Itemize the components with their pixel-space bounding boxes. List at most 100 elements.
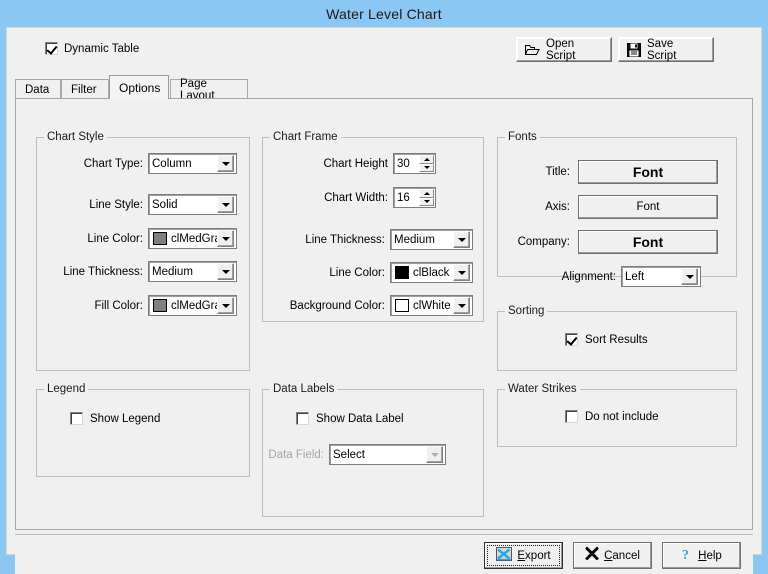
fonts-caption: Fonts [505, 131, 540, 143]
tab-page-layout[interactable]: Page Layout [170, 78, 248, 102]
data-labels-group: Data Labels Show Data Label Data Field: … [262, 383, 484, 517]
background-color-label: Background Color: [289, 299, 385, 312]
show-data-label-checkbox-box[interactable] [296, 412, 309, 425]
tab-options-label: Options [119, 80, 161, 95]
data-field-combobox[interactable]: Select [329, 444, 446, 465]
tab-options[interactable]: Options [109, 75, 169, 99]
frame-line-thickness-field: Line Thickness: Medium [263, 229, 473, 250]
frame-line-thickness-label: Line Thickness: [305, 233, 385, 246]
floppy-disk-icon [627, 42, 641, 57]
dynamic-table-checkbox[interactable]: Dynamic Table [45, 42, 139, 55]
axis-font-label: Axis: [545, 201, 570, 213]
chart-style-caption: Chart Style [44, 131, 107, 143]
do-not-include-checkbox[interactable]: Do not include [565, 410, 659, 423]
frame-line-color-label: Line Color: [329, 266, 385, 279]
legend-group: Legend Show Legend [36, 383, 250, 477]
svg-text:?: ? [682, 548, 689, 562]
spin-down-icon[interactable] [419, 163, 434, 172]
axis-font-button-label: Font [636, 201, 660, 213]
open-script-button[interactable]: Open Script [516, 37, 612, 62]
alignment-field: Alignment: Left [550, 266, 730, 287]
chevron-down-icon[interactable] [453, 297, 470, 314]
line-style-combobox[interactable]: Solid [148, 194, 237, 215]
line-color-label: Line Color: [87, 232, 143, 245]
show-legend-checkbox-box[interactable] [70, 412, 83, 425]
chevron-down-icon[interactable] [217, 297, 234, 314]
help-button[interactable]: ? Help [662, 542, 741, 569]
company-font-field: Company: Font [498, 230, 730, 254]
export-spreadsheet-icon [496, 547, 513, 564]
chart-style-group: Chart Style Chart Type: Column Line Styl… [36, 131, 250, 371]
frame-line-thickness-combobox[interactable]: Medium [390, 229, 473, 250]
tab-strip: Data Filter Options Page Layout [15, 75, 753, 102]
spin-up-icon[interactable] [419, 155, 434, 164]
tab-data[interactable]: Data [15, 79, 61, 99]
data-field-value: Select [333, 448, 365, 461]
tab-filter-label: Filter [71, 83, 97, 96]
fill-color-combobox[interactable]: clMedGra [148, 295, 237, 316]
save-script-button[interactable]: Save Script [618, 37, 714, 62]
chart-width-label: Chart Width: [324, 191, 388, 204]
line-style-label: Line Style: [89, 198, 143, 211]
title-font-button-label: Font [632, 164, 664, 180]
script-button-group: Open Script Save Script [516, 37, 714, 62]
chart-height-value: 30 [397, 157, 410, 170]
export-button[interactable]: Export [484, 542, 563, 569]
chevron-down-icon[interactable] [681, 268, 698, 285]
cancel-button[interactable]: Cancel [573, 542, 652, 569]
chart-type-field: Chart Type: Column [37, 153, 237, 174]
tab-filter[interactable]: Filter [61, 79, 109, 99]
line-thickness-label: Line Thickness: [63, 265, 143, 278]
background-color-value: clWhite [413, 299, 451, 312]
chart-width-spinner[interactable]: 16 [393, 187, 436, 208]
chevron-down-icon[interactable] [426, 446, 443, 463]
chart-frame-group: Chart Frame Chart Height 30 Chart Width: [262, 131, 484, 322]
spin-up-icon[interactable] [419, 189, 434, 198]
chevron-down-icon[interactable] [217, 155, 234, 172]
title-font-label: Title: [545, 166, 571, 178]
axis-font-field: Axis: Font [498, 195, 730, 219]
dynamic-table-checkbox-box[interactable] [45, 42, 58, 55]
chevron-down-icon[interactable] [453, 264, 470, 281]
alignment-label: Alignment: [561, 270, 616, 283]
sort-results-label: Sort Results [585, 333, 648, 346]
line-style-value: Solid [152, 198, 178, 211]
line-color-combobox[interactable]: clMedGra [148, 228, 237, 249]
sort-results-checkbox-box[interactable] [565, 333, 578, 346]
chart-height-spin-buttons[interactable] [419, 155, 434, 172]
water-strikes-caption: Water Strikes [505, 383, 580, 395]
chevron-down-icon[interactable] [217, 196, 234, 213]
show-legend-label: Show Legend [90, 412, 161, 425]
show-legend-checkbox[interactable]: Show Legend [70, 412, 160, 425]
fonts-group: Fonts Title: Font Axis: Font Company: Fo… [497, 131, 737, 287]
frame-line-color-field: Line Color: clBlack [263, 262, 473, 283]
chevron-down-icon[interactable] [453, 231, 470, 248]
sort-results-checkbox[interactable]: Sort Results [565, 333, 648, 346]
line-color-value: clMedGra [171, 232, 217, 245]
title-font-button[interactable]: Font [578, 160, 718, 184]
chart-height-field: Chart Height 30 [263, 153, 473, 174]
chevron-down-icon[interactable] [217, 263, 234, 280]
data-field-label: Data Field: [268, 448, 324, 461]
chart-height-spinner[interactable]: 30 [393, 153, 436, 174]
line-thickness-value: Medium [152, 265, 193, 278]
line-color-swatch [153, 232, 167, 245]
do-not-include-checkbox-box[interactable] [565, 410, 578, 423]
line-style-field: Line Style: Solid [37, 194, 237, 215]
background-color-field: Background Color: clWhite [263, 295, 473, 316]
chart-type-combobox[interactable]: Column [148, 153, 237, 174]
chart-width-spin-buttons[interactable] [419, 189, 434, 206]
show-data-label-label: Show Data Label [316, 412, 404, 425]
line-thickness-combobox[interactable]: Medium [148, 261, 237, 282]
line-color-field: Line Color: clMedGra [37, 228, 237, 249]
spin-down-icon[interactable] [419, 197, 434, 206]
chart-height-label: Chart Height [323, 157, 388, 170]
show-data-label-checkbox[interactable]: Show Data Label [296, 412, 404, 425]
background-color-combobox[interactable]: clWhite [390, 295, 473, 316]
alignment-combobox[interactable]: Left [621, 266, 701, 287]
company-font-button[interactable]: Font [578, 230, 718, 254]
chevron-down-icon[interactable] [217, 230, 234, 247]
frame-line-color-combobox[interactable]: clBlack [390, 262, 473, 283]
window-titlebar: Water Level Chart [0, 0, 768, 27]
axis-font-button[interactable]: Font [578, 195, 718, 219]
